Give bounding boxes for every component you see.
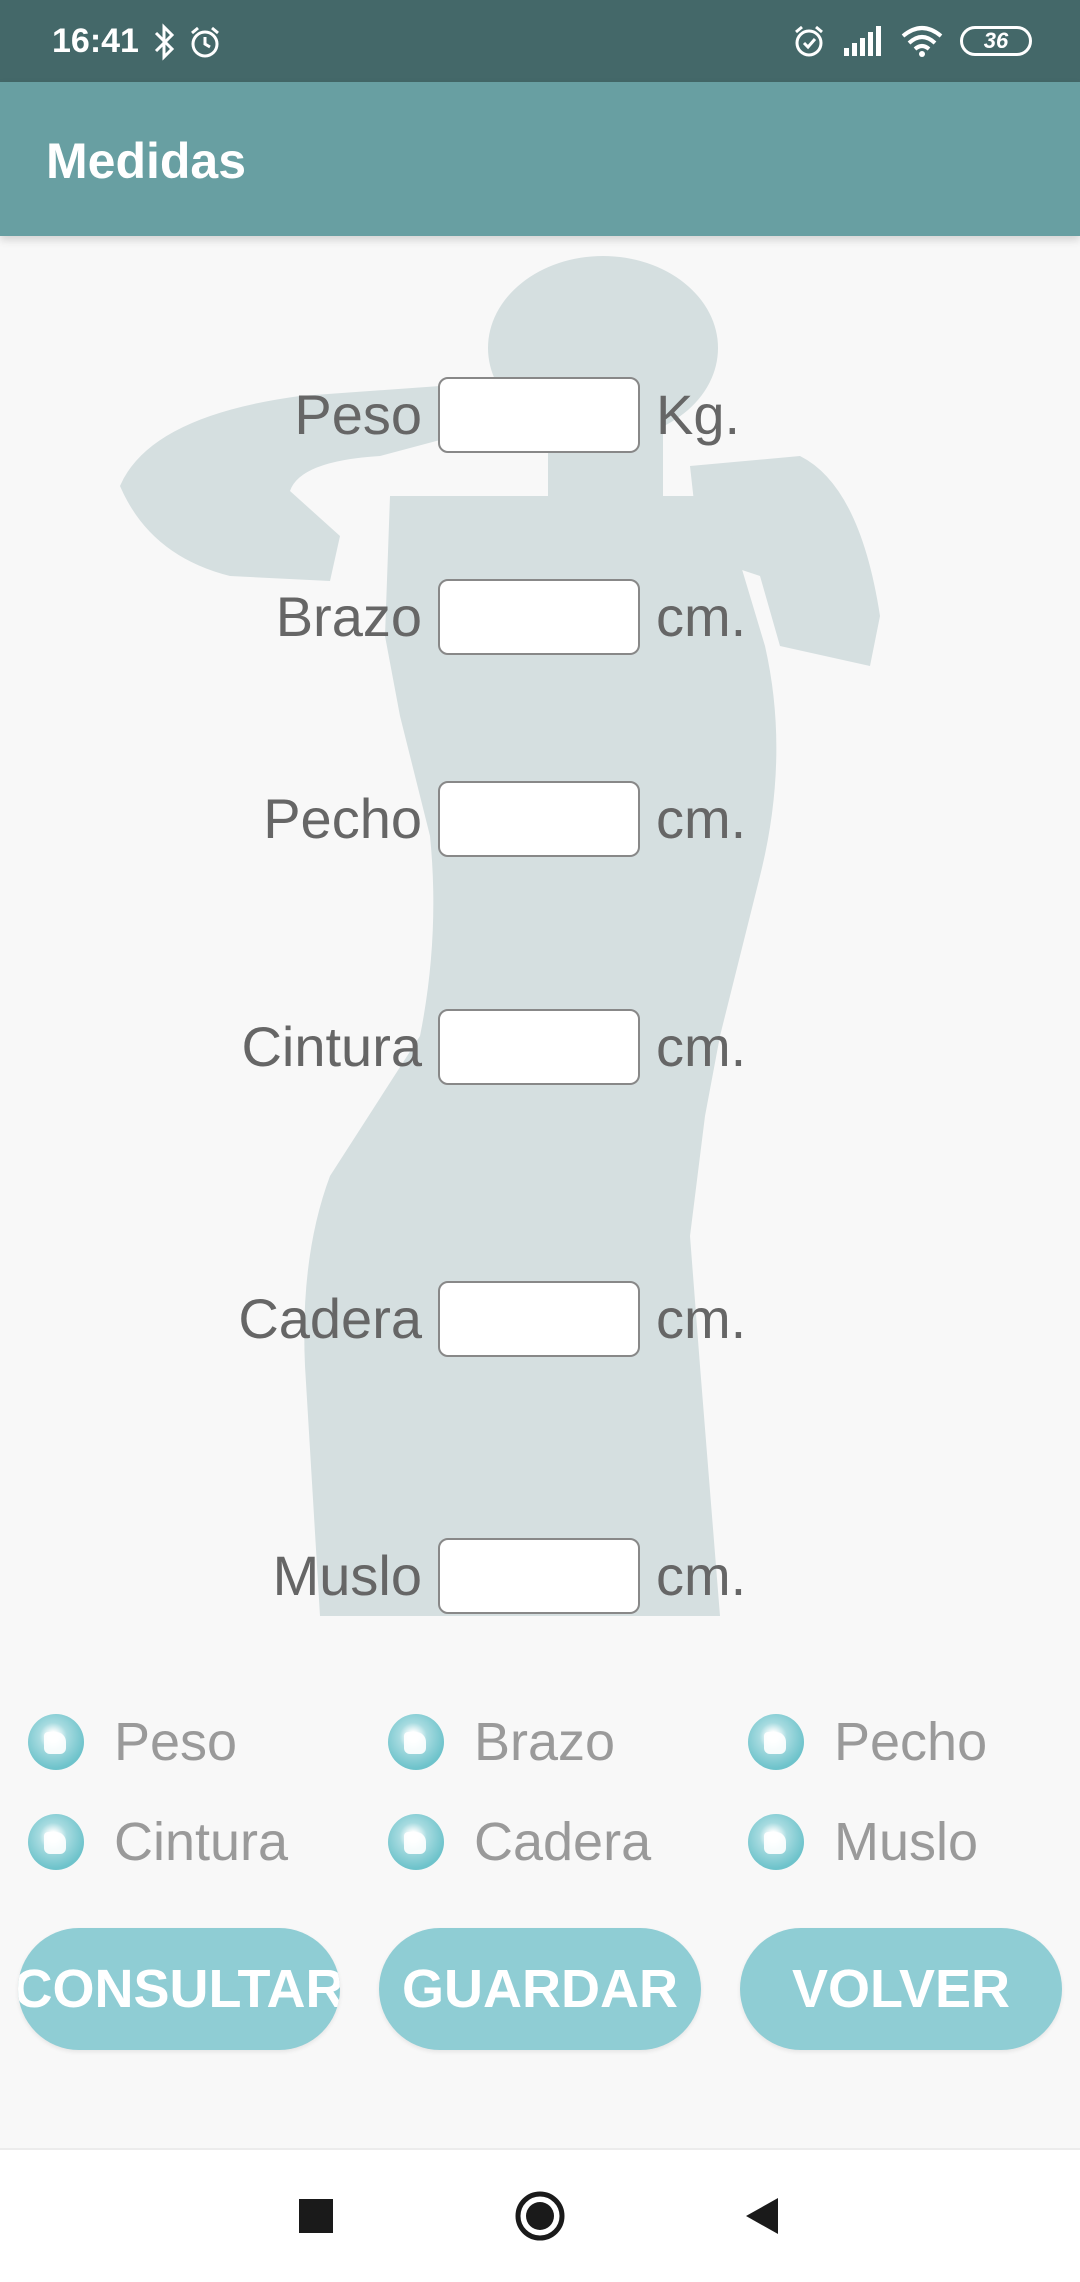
cadera-unit: cm. [656, 1287, 747, 1350]
brazo-label: Brazo [275, 585, 422, 648]
peso-input[interactable] [438, 377, 640, 453]
app-bar: Medidas [0, 82, 1080, 236]
brazo-unit: cm. [656, 585, 747, 648]
status-bar: 16:41 36 [0, 0, 1080, 82]
navigation-bar [0, 2148, 1080, 2282]
wifi-icon [901, 26, 943, 57]
brazo-input[interactable] [438, 579, 640, 655]
cintura-label: Cintura [241, 1015, 422, 1078]
thumbs-up-radio-icon [388, 1714, 444, 1770]
form-row-peso: Peso Kg. [0, 375, 1080, 455]
volver-button[interactable]: VOLVER [740, 1928, 1062, 2050]
battery-icon: 36 [960, 26, 1032, 56]
muslo-label: Muslo [272, 1544, 422, 1607]
cadera-input[interactable] [438, 1281, 640, 1357]
radio-label: Pecho [834, 1712, 988, 1772]
form-row-cadera: Cadera cm. [0, 1279, 1080, 1359]
square-recents-icon[interactable] [296, 2188, 336, 2244]
form-row-muslo: Muslo cm. [0, 1536, 1080, 1616]
thumbs-up-radio-icon [28, 1814, 84, 1870]
radio-label: Peso [114, 1712, 238, 1772]
peso-unit: Kg. [656, 383, 741, 446]
thumbs-up-radio-icon [388, 1814, 444, 1870]
radio-label: Brazo [474, 1712, 616, 1772]
signal-icon [844, 26, 881, 56]
cadera-label: Cadera [238, 1287, 422, 1350]
app-title: Medidas [46, 133, 247, 189]
pecho-label: Pecho [263, 787, 422, 850]
radio-peso[interactable]: Peso [28, 1702, 237, 1782]
thumbs-up-radio-icon [748, 1714, 804, 1770]
triangle-back-icon[interactable] [742, 2188, 782, 2244]
muslo-unit: cm. [656, 1544, 747, 1607]
radio-label: Muslo [834, 1812, 979, 1872]
alarm-icon [795, 25, 823, 57]
radio-pecho[interactable]: Pecho [748, 1702, 987, 1782]
thumbs-up-radio-icon [28, 1714, 84, 1770]
radio-cintura[interactable]: Cintura [28, 1802, 288, 1882]
battery-level: 36 [983, 28, 1009, 53]
radio-muslo[interactable]: Muslo [748, 1802, 978, 1882]
radio-cadera[interactable]: Cadera [388, 1802, 651, 1882]
form-row-brazo: Brazo cm. [0, 577, 1080, 657]
pecho-input[interactable] [438, 781, 640, 857]
cintura-input[interactable] [438, 1009, 640, 1085]
form-row-pecho: Pecho cm. [0, 779, 1080, 859]
form-row-cintura: Cintura cm. [0, 1007, 1080, 1087]
circle-home-icon[interactable] [512, 2188, 568, 2244]
radio-label: Cintura [114, 1812, 289, 1872]
bluetooth-icon [154, 23, 175, 61]
guardar-button[interactable]: GUARDAR [379, 1928, 701, 2050]
cintura-unit: cm. [656, 1015, 747, 1078]
status-time: 16:41 [52, 22, 139, 60]
radio-label: Cadera [474, 1812, 652, 1872]
peso-label: Peso [294, 383, 422, 446]
pecho-unit: cm. [656, 787, 747, 850]
muslo-input[interactable] [438, 1538, 640, 1614]
thumbs-up-radio-icon [748, 1814, 804, 1870]
consultar-button[interactable]: CONSULTAR [18, 1928, 340, 2050]
alarm-icon [191, 26, 219, 58]
radio-brazo[interactable]: Brazo [388, 1702, 615, 1782]
